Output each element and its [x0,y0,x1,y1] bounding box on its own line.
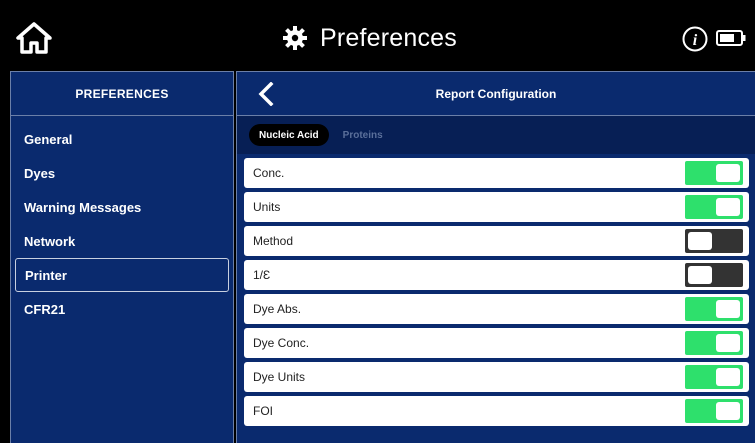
sidebar-item-label: Warning Messages [24,199,142,215]
report-field-label: Units [253,200,281,214]
preferences-sidebar: PREFERENCES General Dyes Warning Message… [10,71,234,443]
panel-title: Report Configuration [237,72,755,116]
toggle-knob [716,402,740,420]
battery-icon [716,30,746,46]
tab-bar: Nucleic Acid Proteins [237,116,755,154]
report-field-row: Method [244,226,749,256]
sidebar-heading: PREFERENCES [11,72,233,116]
report-field-label: 1/Ɛ [253,268,271,282]
sidebar-item-label: CFR21 [24,301,66,317]
tab-nucleic-acid[interactable]: Nucleic Acid [249,124,329,146]
toggle-knob [716,198,740,216]
sidebar-item-warning-messages[interactable]: Warning Messages [15,190,229,224]
report-field-row: Dye Units [244,362,749,392]
toggle-switch[interactable] [685,161,743,185]
toggle-knob [716,368,740,386]
report-field-row: Conc. [244,158,749,188]
panel-header: Report Configuration [237,72,755,116]
toggle-switch[interactable] [685,263,743,287]
report-field-label: Dye Abs. [253,302,302,316]
svg-text:i: i [693,32,698,49]
toggle-knob [688,266,712,284]
page-title: Preferences [320,23,457,52]
report-field-row: Dye Abs. [244,294,749,324]
report-configuration-panel: Report Configuration Nucleic Acid Protei… [236,71,755,443]
toggle-switch[interactable] [685,195,743,219]
toggle-knob [716,334,740,352]
sidebar-item-label: Printer [25,267,67,283]
report-field-label: Conc. [253,166,285,180]
report-field-row: 1/Ɛ [244,260,749,290]
report-field-row: Units [244,192,749,222]
tab-proteins[interactable]: Proteins [333,124,393,146]
toggle-knob [716,300,740,318]
toggle-switch[interactable] [685,229,743,253]
toggle-knob [688,232,712,250]
toggle-switch[interactable] [685,297,743,321]
report-field-row: FOI [244,396,749,426]
sidebar-item-printer[interactable]: Printer [15,258,229,292]
home-icon[interactable] [16,22,52,54]
report-field-label: Dye Conc. [253,336,310,350]
sidebar-item-label: Dyes [24,165,56,181]
report-field-list: Conc. Units Method 1/Ɛ Dye Abs. Dye Conc. Dye … [244,158,749,430]
top-bar: Preferences i [0,0,755,74]
sidebar-item-general[interactable]: General [15,122,229,156]
sidebar-item-label: Network [24,233,76,249]
toggle-knob [716,164,740,182]
report-field-label: Dye Units [253,370,306,384]
sidebar-item-network[interactable]: Network [15,224,229,258]
toggle-switch[interactable] [685,365,743,389]
sidebar-item-cfr21[interactable]: CFR21 [15,292,229,326]
info-icon[interactable]: i [682,26,708,52]
gear-icon [283,26,307,50]
toggle-switch[interactable] [685,331,743,355]
report-field-label: Method [253,234,294,248]
toggle-switch[interactable] [685,399,743,423]
panel-title-text: Report Configuration [435,87,557,101]
sidebar-item-dyes[interactable]: Dyes [15,156,229,190]
sidebar-item-label: General [24,131,73,147]
report-field-row: Dye Conc. [244,328,749,358]
report-field-label: FOI [253,404,273,418]
sidebar-list: General Dyes Warning Messages Network Pr… [11,116,233,326]
header-title: Preferences [282,20,457,56]
